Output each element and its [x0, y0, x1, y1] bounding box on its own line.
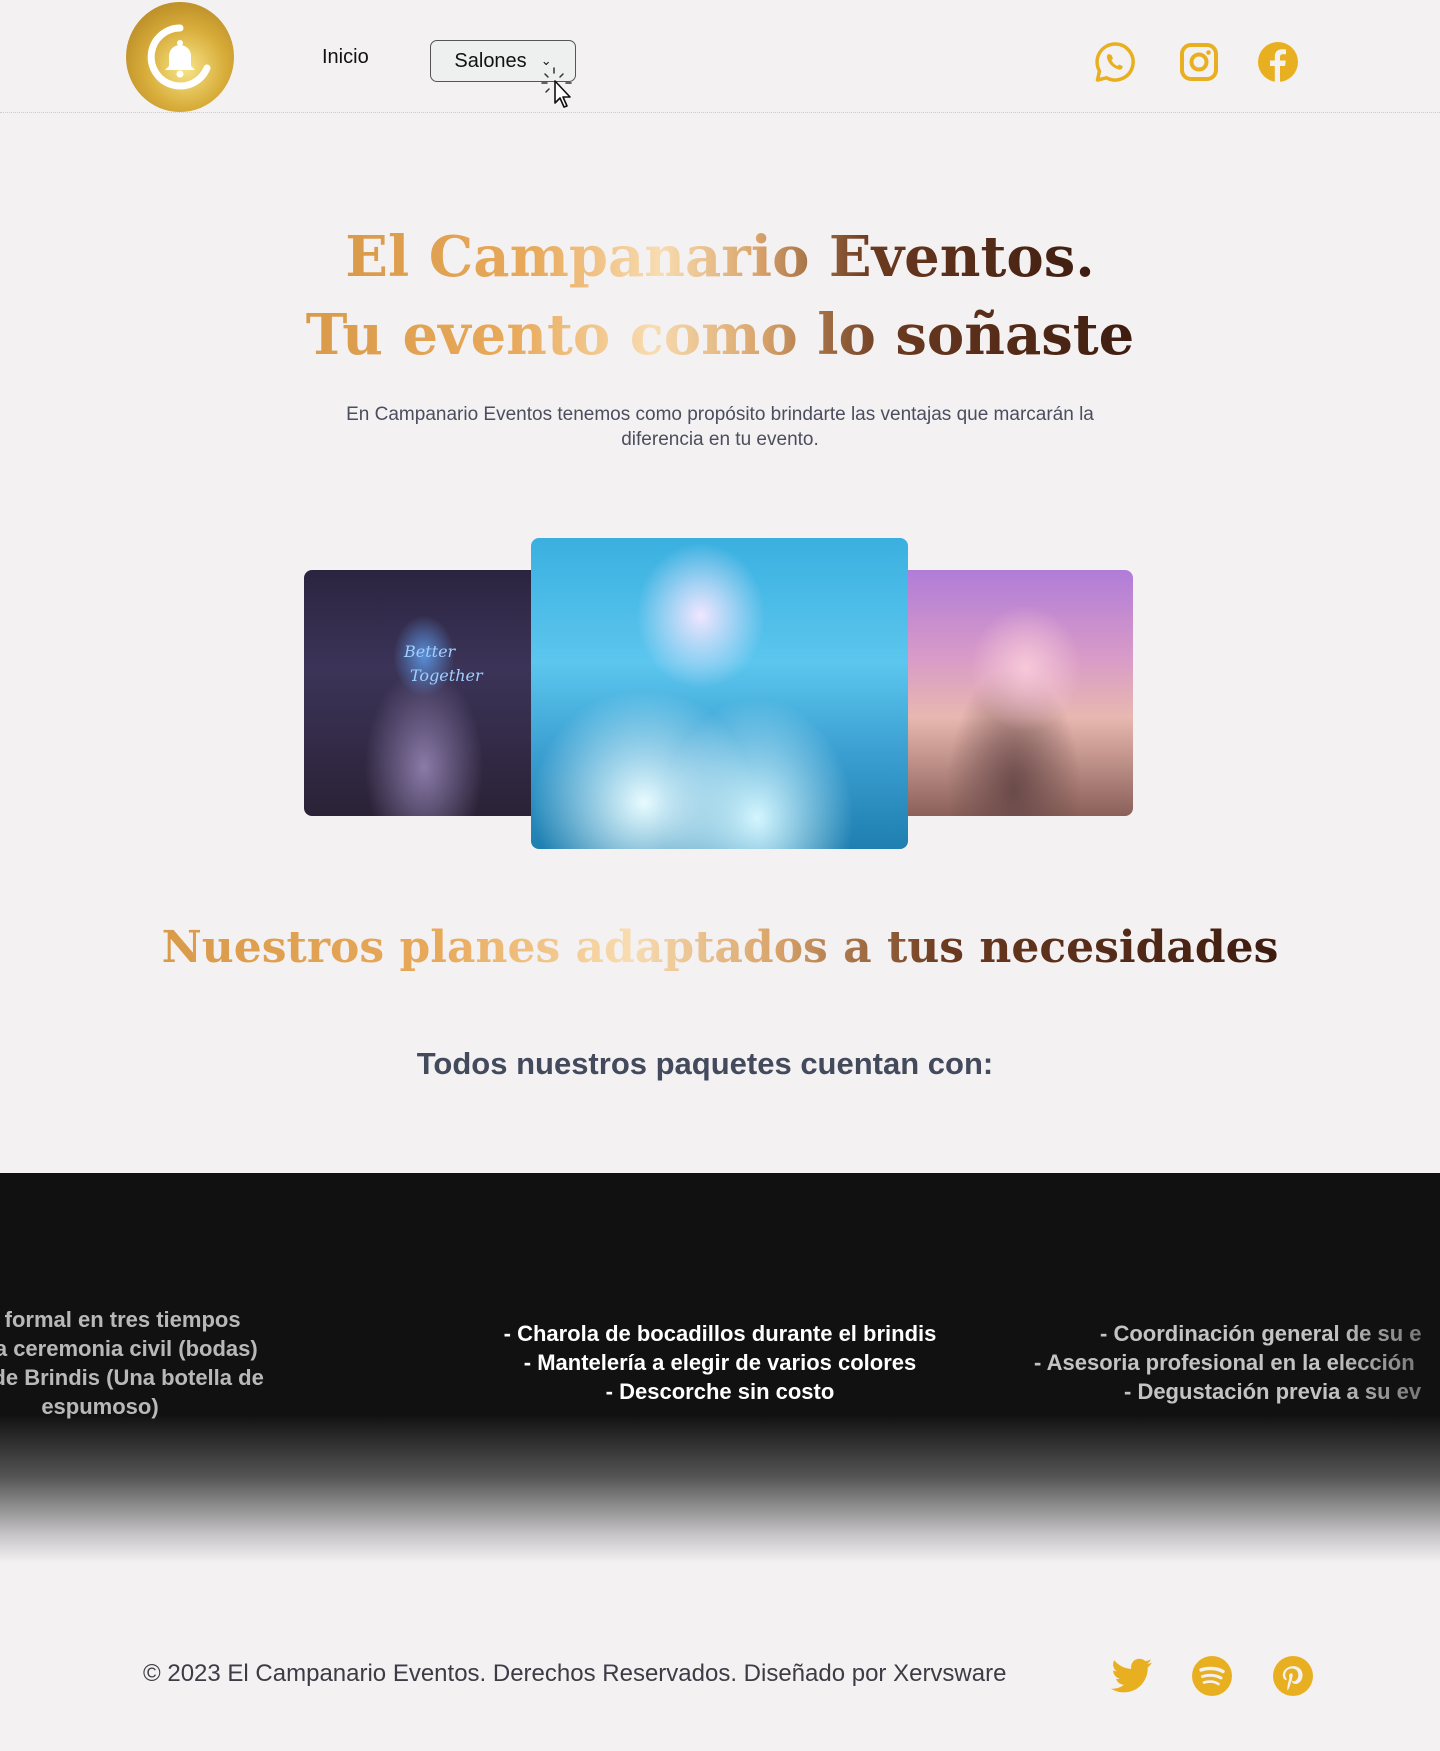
neon-sign-line2: Together [410, 666, 483, 685]
feature-line: - Mantelería a elegir de varios colores [523, 1350, 917, 1375]
nav-salones-label: Salones [454, 49, 527, 72]
feature-slide-3: - Coordinación general de su e - Asesori… [1020, 1319, 1440, 1406]
twitter-icon[interactable] [1110, 1654, 1154, 1698]
whatsapp-icon[interactable] [1093, 40, 1137, 84]
feature-line: - Degustación previa a su ev [1124, 1379, 1422, 1404]
hero-title-line1: El Campanario Eventos. [345, 218, 1094, 296]
site-header: Inicio Salones ⌄ [0, 0, 1440, 113]
plans-title-text: Nuestros planes adaptados a tus necesida… [162, 918, 1279, 978]
plans-title: Nuestros planes adaptados a tus necesida… [0, 918, 1440, 978]
feature-slide-2: - Charola de bocadillos durante el brind… [420, 1319, 1020, 1406]
spotify-icon[interactable] [1190, 1654, 1234, 1698]
facebook-icon[interactable] [1256, 40, 1300, 84]
feature-line: - Charola de bocadillos durante el brind… [503, 1321, 937, 1346]
hero-title-line2: Tu evento como lo soñaste [306, 296, 1135, 374]
pointer-cursor-icon [541, 67, 572, 108]
feature-line: - Descorche sin costo [605, 1379, 835, 1404]
packages-subtitle: Todos nuestros paquetes cuentan con: [416, 1046, 994, 1081]
feature-line: enú formal en tres tiempos [0, 1307, 241, 1332]
gallery-image-center[interactable] [531, 538, 908, 849]
bell-logo-icon [147, 24, 211, 90]
gallery-image-left[interactable]: Better Together [304, 570, 544, 816]
hero-subtitle: En Campanario Eventos tenemos como propó… [346, 404, 1094, 450]
gallery-image-right[interactable] [895, 570, 1133, 816]
neon-sign: Better Together [404, 640, 483, 688]
pinterest-icon[interactable] [1271, 1654, 1315, 1698]
nav-inicio[interactable]: Inicio [322, 46, 369, 69]
features-carousel: enú formal en tres tiempos a para ceremo… [0, 1173, 1440, 1563]
logo[interactable] [126, 2, 234, 112]
instagram-icon[interactable] [1177, 40, 1221, 84]
feature-line: espumoso) [41, 1394, 159, 1419]
feature-line: vicio de Brindis (Una botella de [0, 1365, 264, 1390]
feature-line: a para ceremonia civil (bodas) [0, 1336, 258, 1361]
hero-title: El Campanario Eventos. Tu evento como lo… [0, 218, 1440, 374]
footer-copyright: © 2023 El Campanario Eventos. Derechos R… [143, 1660, 1007, 1687]
feature-line: - Asesoria profesional en la elección [1034, 1350, 1415, 1375]
feature-line: - Coordinación general de su e [1100, 1321, 1422, 1346]
neon-sign-line1: Better [404, 642, 456, 661]
feature-slide-1: enú formal en tres tiempos a para ceremo… [0, 1305, 340, 1421]
